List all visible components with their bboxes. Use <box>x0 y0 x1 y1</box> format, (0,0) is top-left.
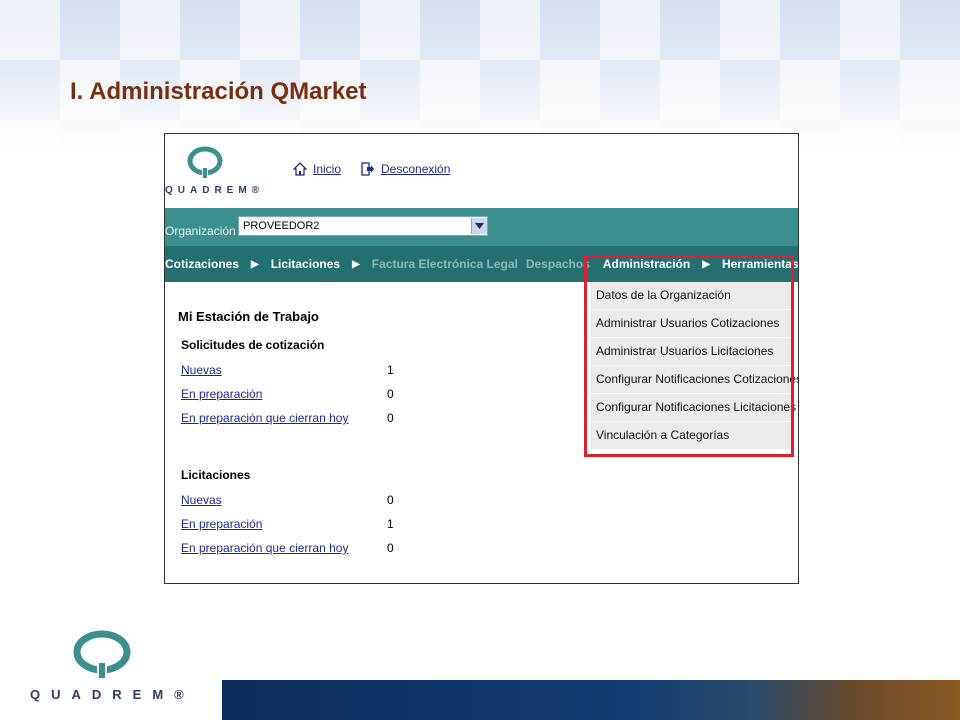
link-licitaciones-cierran-hoy[interactable]: En preparación que cierran hoy <box>181 541 348 555</box>
inicio-link[interactable]: Inicio <box>293 162 341 176</box>
chevron-down-icon[interactable] <box>471 218 487 234</box>
footer-bar <box>222 680 960 720</box>
header-fade <box>0 0 960 150</box>
count-licitaciones-en-preparacion: 1 <box>387 517 394 531</box>
link-cotizacion-nuevas[interactable]: Nuevas <box>181 363 222 377</box>
desconexion-link[interactable]: Desconexión <box>361 162 450 176</box>
section-title-cotizacion: Solicitudes de cotización <box>181 338 325 352</box>
quadrem-footer-logo-icon <box>73 630 131 678</box>
nav-factura-electronica[interactable]: Factura Electrónica Legal <box>372 257 518 271</box>
organization-select-value: PROVEEDOR2 <box>243 220 320 232</box>
nav-cotizaciones[interactable]: Cotizaciones <box>165 257 239 271</box>
quadrem-logo-icon <box>187 146 223 178</box>
organization-bar: Organización PROVEEDOR2 <box>165 208 798 246</box>
home-icon <box>293 162 307 176</box>
nav-arrow-icon: ▶ <box>251 258 259 270</box>
count-cotizacion-en-preparacion: 0 <box>387 387 394 401</box>
count-licitaciones-nuevas: 0 <box>387 493 394 507</box>
organization-label: Organización <box>165 224 236 238</box>
inicio-link-label: Inicio <box>313 162 342 176</box>
link-licitaciones-en-preparacion[interactable]: En preparación <box>181 517 262 531</box>
workstation-title: Mi Estación de Trabajo <box>178 309 319 324</box>
link-cotizacion-cierran-hoy[interactable]: En preparación que cierran hoy <box>181 411 348 425</box>
nav-licitaciones[interactable]: Licitaciones <box>271 257 340 271</box>
count-licitaciones-cierran-hoy: 0 <box>387 541 394 555</box>
logout-icon <box>361 162 374 176</box>
link-cotizacion-en-preparacion[interactable]: En preparación <box>181 387 262 401</box>
nav-arrow-icon: ▶ <box>352 258 360 270</box>
slide-title: I. Administración QMarket <box>70 78 367 105</box>
section-title-licitaciones: Licitaciones <box>181 468 251 482</box>
organization-select[interactable]: PROVEEDOR2 <box>238 216 488 236</box>
quadrem-wordmark: QUADREM® <box>165 185 265 196</box>
highlight-box <box>584 255 794 457</box>
link-licitaciones-nuevas[interactable]: Nuevas <box>181 493 222 507</box>
nav-despachos[interactable]: Despachos <box>526 257 590 271</box>
count-cotizacion-cierran-hoy: 0 <box>387 411 394 425</box>
desconexion-link-label: Desconexión <box>381 162 451 176</box>
count-cotizacion-nuevas: 1 <box>387 363 394 377</box>
footer-wordmark: QUADREM® <box>30 687 195 702</box>
